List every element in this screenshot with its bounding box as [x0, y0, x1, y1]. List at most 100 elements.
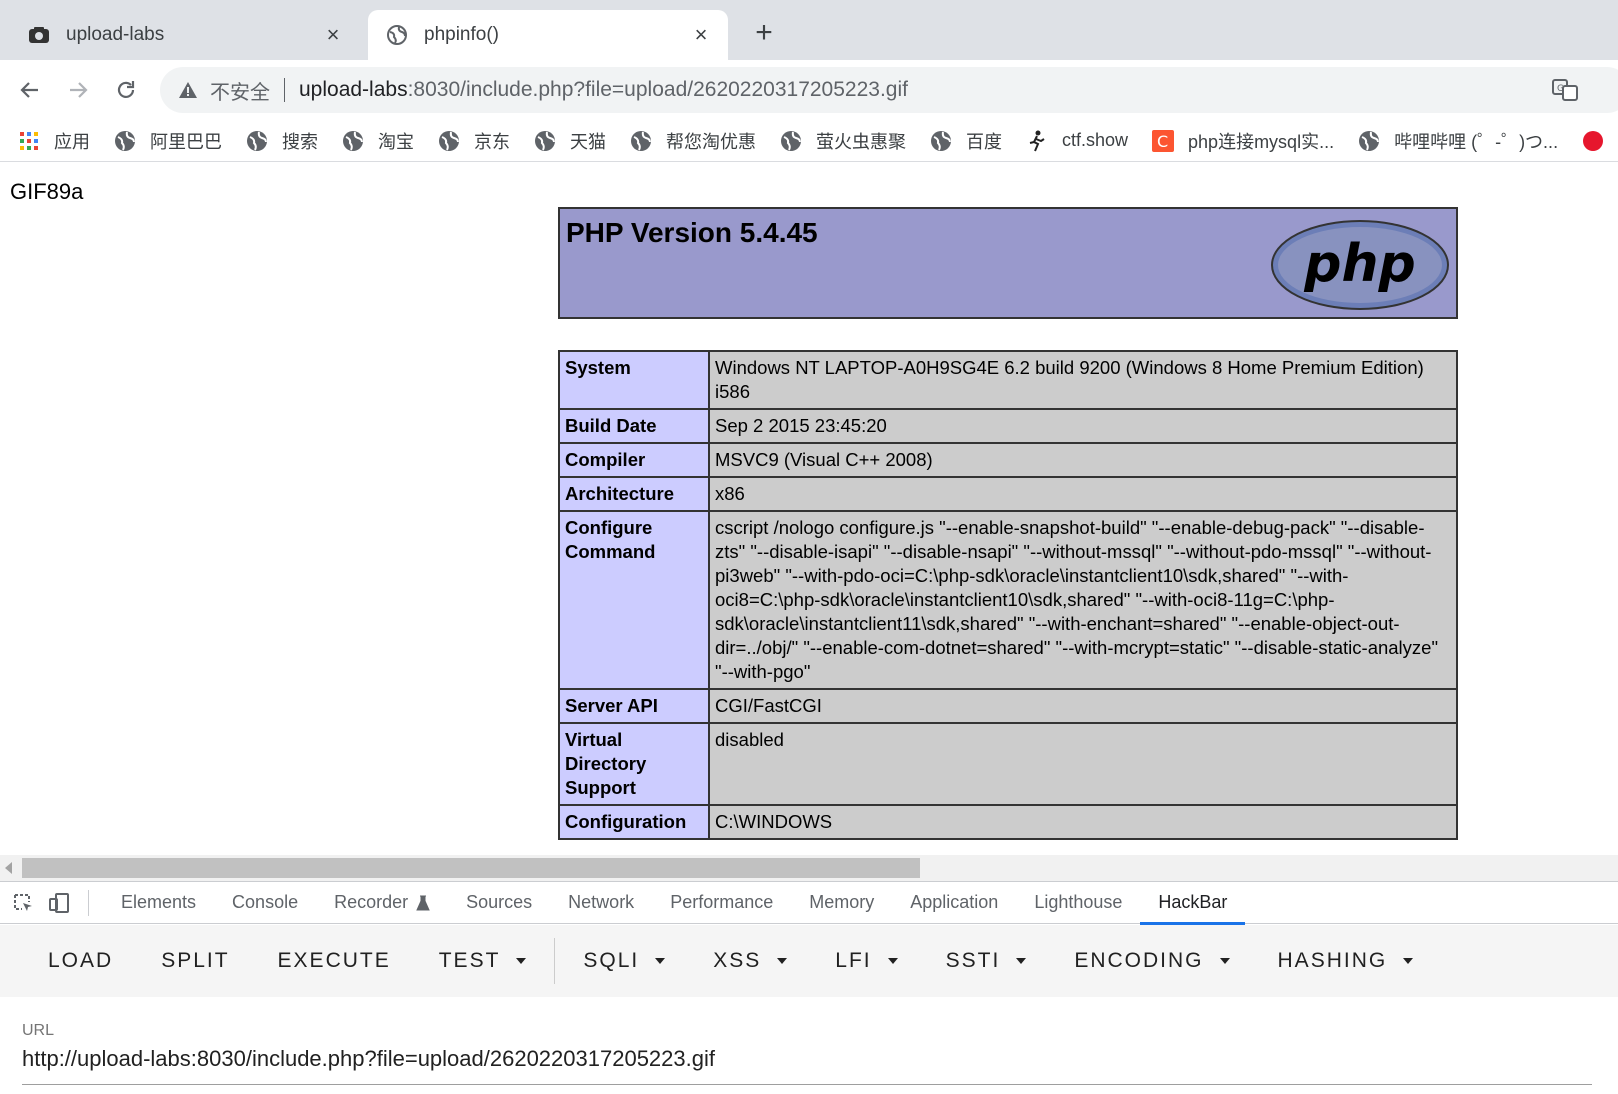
- table-row: Build Date Sep 2 2015 23:45:20: [558, 408, 1458, 444]
- bookmark-item[interactable]: 百度: [930, 128, 1002, 154]
- globe-icon: [342, 130, 364, 152]
- devtools-tab-elements[interactable]: Elements: [103, 882, 214, 924]
- globe-icon: [1358, 130, 1380, 152]
- bookmark-item[interactable]: 萤火虫惠聚: [780, 128, 906, 154]
- devtools-tab-lighthouse[interactable]: Lighthouse: [1016, 882, 1140, 924]
- dropdown-label: XSS: [713, 949, 762, 972]
- bookmark-label: 淘宝: [378, 131, 414, 152]
- bookmark-item[interactable]: 阿里巴巴: [114, 128, 222, 154]
- bookmark-label: 搜索: [282, 131, 318, 152]
- bookmark-item[interactable]: 淘宝: [342, 128, 414, 154]
- bookmark-overflow[interactable]: [1582, 130, 1618, 152]
- scrollbar-thumb[interactable]: [22, 858, 920, 878]
- hackbar-divider: [554, 938, 556, 984]
- ssti-dropdown[interactable]: SSTI: [922, 949, 1051, 973]
- hackbar-url-field[interactable]: URL http://upload-labs:8030/include.php?…: [22, 1022, 1592, 1085]
- dropdown-label: TEST: [438, 949, 501, 972]
- devtools-tab-performance[interactable]: Performance: [652, 882, 791, 924]
- bookmark-label: 京东: [474, 131, 510, 152]
- devtools-tab-console[interactable]: Console: [214, 882, 316, 924]
- dropdown-label: ENCODING: [1074, 949, 1204, 972]
- devtools-divider: [88, 889, 89, 916]
- scroll-left-arrow-icon[interactable]: [5, 862, 12, 874]
- caret-down-icon: [1016, 958, 1027, 964]
- back-button[interactable]: [14, 74, 46, 106]
- close-tab-icon[interactable]: ×: [322, 24, 344, 46]
- devtools-tab-network[interactable]: Network: [550, 882, 652, 924]
- globe-icon: [534, 130, 556, 152]
- xss-dropdown[interactable]: XSS: [689, 949, 811, 973]
- row-value: C:\WINDOWS: [708, 804, 1458, 840]
- bookmark-label: 哔哩哔哩 (゜-゜)つ...: [1394, 131, 1559, 152]
- row-key: Compiler: [558, 442, 710, 478]
- page-viewport: GIF89a PHP Version 5.4.45 php System Wind…: [0, 163, 1618, 855]
- devtools-tab-hackbar[interactable]: HackBar: [1140, 882, 1246, 925]
- dropdown-label: HASHING: [1277, 949, 1388, 972]
- arrow-left-icon: [20, 82, 38, 98]
- caret-down-icon: [655, 958, 666, 964]
- row-key: Architecture: [558, 476, 710, 512]
- bookmark-label: php连接mysql实...: [1188, 131, 1335, 152]
- devtools-tab-sources[interactable]: Sources: [448, 882, 550, 924]
- tab-phpinfo[interactable]: phpinfo() ×: [368, 10, 728, 60]
- table-row: Server API CGI/FastCGI: [558, 688, 1458, 724]
- lfi-dropdown[interactable]: LFI: [811, 949, 921, 973]
- phpinfo-table: System Windows NT LAPTOP-A0H9SG4E 6.2 bui…: [558, 350, 1458, 840]
- caret-down-icon: [1403, 958, 1414, 964]
- gif-header-text: GIF89a: [10, 179, 84, 204]
- execute-button[interactable]: EXECUTE: [254, 949, 415, 973]
- globe-icon: [246, 130, 268, 152]
- devtools-tab-recorder[interactable]: Recorder: [316, 882, 448, 924]
- php-logo[interactable]: php: [1270, 219, 1450, 311]
- devtools-tab-memory[interactable]: Memory: [791, 882, 892, 924]
- warning-icon[interactable]: [178, 80, 198, 100]
- table-row: Compiler MSVC9 (Visual C++ 2008): [558, 442, 1458, 478]
- bookmark-item[interactable]: 搜索: [246, 128, 318, 154]
- bookmark-item[interactable]: 京东: [438, 128, 510, 154]
- bookmark-item[interactable]: 哔哩哔哩 (゜-゜)つ...: [1358, 128, 1558, 154]
- row-key: Configuration: [558, 804, 710, 840]
- omnibox-separator: [284, 78, 285, 102]
- encoding-dropdown[interactable]: ENCODING: [1050, 949, 1253, 973]
- table-row: Configuration C:\WINDOWS: [558, 804, 1458, 840]
- translate-icon[interactable]: G: [1550, 75, 1580, 105]
- split-button[interactable]: SPLIT: [137, 949, 253, 973]
- upload-labs-favicon-icon: [28, 24, 50, 46]
- security-label[interactable]: 不安全: [210, 76, 270, 105]
- close-tab-icon[interactable]: ×: [690, 24, 712, 46]
- hashing-dropdown[interactable]: HASHING: [1254, 949, 1438, 973]
- globe-icon: [114, 130, 136, 152]
- bookmark-item[interactable]: 帮您淘优惠: [630, 128, 756, 154]
- tab-upload-labs[interactable]: upload-labs ×: [10, 10, 360, 60]
- forward-button[interactable]: [62, 74, 94, 106]
- row-key: Server API: [558, 688, 710, 724]
- caret-down-icon: [777, 958, 788, 964]
- bookmark-apps[interactable]: 应用: [18, 128, 90, 154]
- new-tab-button[interactable]: +: [748, 18, 780, 50]
- reload-button[interactable]: [110, 74, 142, 106]
- sqli-dropdown[interactable]: SQLI: [559, 949, 689, 973]
- url-field-label: URL: [22, 1022, 55, 1039]
- row-key: Build Date: [558, 408, 710, 444]
- url-host: upload-labs: [299, 78, 408, 101]
- reload-icon: [117, 81, 135, 98]
- bookmark-csdn[interactable]: Cphp连接mysql实...: [1152, 128, 1334, 154]
- tab-title: upload-labs: [66, 24, 165, 45]
- browser-toolbar: 不安全 upload-labs:8030/include.php?file=up…: [0, 60, 1618, 120]
- row-value: CGI/FastCGI: [708, 688, 1458, 724]
- devtools-panel: Elements Console Recorder Sources Networ…: [0, 881, 1618, 1094]
- bookmark-ctfshow[interactable]: ctf.show: [1026, 130, 1128, 152]
- horizontal-scrollbar[interactable]: [0, 855, 1618, 881]
- bookmark-item[interactable]: 天猫: [534, 128, 606, 154]
- php-version-header: PHP Version 5.4.45 php: [558, 207, 1458, 319]
- bookmarks-bar: 应用 阿里巴巴 搜索 淘宝 京东 天猫 帮您淘优惠 萤火虫惠聚 百度 ctf.s…: [0, 120, 1618, 162]
- inspect-element-icon[interactable]: [10, 890, 36, 916]
- address-bar[interactable]: 不安全 upload-labs:8030/include.php?file=up…: [160, 67, 1618, 113]
- device-toolbar-icon[interactable]: [46, 890, 72, 916]
- test-dropdown[interactable]: TEST: [415, 949, 551, 973]
- devtools-tab-application[interactable]: Application: [892, 882, 1016, 924]
- svg-text:G: G: [1557, 84, 1564, 94]
- weibo-icon: [1582, 130, 1604, 152]
- url-input[interactable]: http://upload-labs:8030/include.php?file…: [22, 1046, 1592, 1085]
- load-button[interactable]: LOAD: [0, 949, 137, 973]
